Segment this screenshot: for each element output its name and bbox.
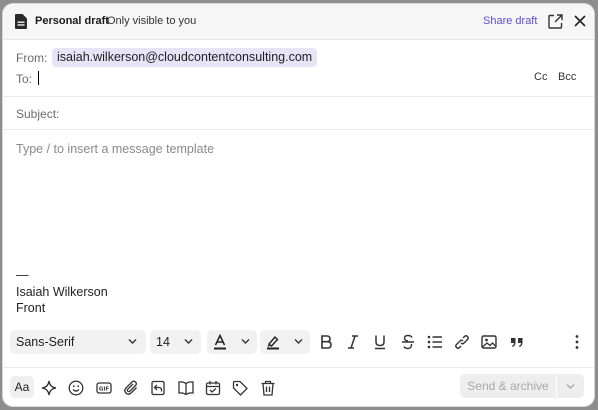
attachment-icon[interactable] [123,380,139,396]
svg-text:GIF: GIF [99,387,110,393]
more-options-icon[interactable] [569,334,585,350]
sparkle-icon[interactable] [41,380,57,396]
font-family-value: Sans-Serif [16,335,75,349]
send-and-archive-button[interactable]: Send & archive [460,374,556,398]
bcc-button[interactable]: Bcc [558,71,576,83]
reply-template-icon[interactable] [150,380,166,396]
trash-icon[interactable] [260,380,276,396]
text-color-icon [214,334,226,350]
from-address-chip[interactable]: isaiah.wilkerson@cloudcontentconsulting.… [52,48,318,67]
image-icon[interactable] [481,334,497,350]
subject-field[interactable] [69,104,569,122]
chevron-down-icon [128,339,137,344]
font-family-select[interactable]: Sans-Serif [10,330,146,354]
message-body[interactable] [16,142,576,262]
close-icon[interactable] [574,15,586,27]
gif-icon[interactable]: GIF [96,380,112,396]
share-draft-link[interactable]: Share draft [483,15,537,27]
underline-icon[interactable] [372,334,388,350]
text-caret [38,71,39,85]
compose-action-bar: Aa GIF Send & archive [3,367,594,406]
draft-title: Personal draft [35,15,109,27]
signature-separator: — [16,268,29,282]
signature-name: Isaiah Wilkerson [16,285,108,299]
from-label: From: [16,51,48,65]
strikethrough-icon[interactable] [400,334,416,350]
highlight-color-select[interactable] [260,330,310,354]
emoji-icon[interactable] [68,380,84,396]
chevron-down-icon [294,339,303,344]
calendar-icon[interactable] [205,380,221,396]
bulleted-list-icon[interactable] [427,334,443,350]
document-icon [15,14,27,29]
compose-header: Personal draft Only visible to you Share… [3,4,594,40]
chevron-down-icon [184,339,193,344]
formatting-toolbar: Sans-Serif 14 [3,330,594,360]
chevron-down-icon [566,384,575,389]
divider [3,96,594,97]
knowledge-base-icon[interactable] [178,380,194,396]
font-size-select[interactable]: 14 [150,330,201,354]
formatting-toggle-button[interactable]: Aa [10,376,34,398]
divider [3,129,594,130]
popout-icon[interactable] [548,14,563,29]
to-field[interactable] [37,70,457,88]
compose-window: Personal draft Only visible to you Share… [3,4,594,406]
highlighter-icon [267,335,279,350]
send-options-button[interactable] [557,374,584,398]
tag-icon[interactable] [232,380,248,396]
italic-icon[interactable] [345,334,361,350]
bold-icon[interactable] [318,334,334,350]
subject-label: Subject: [16,107,60,121]
quote-icon[interactable] [509,334,525,350]
chevron-down-icon [241,339,250,344]
draft-visibility: Only visible to you [107,15,197,27]
to-label: To: [16,72,33,86]
signature-company: Front [16,301,46,315]
text-color-select[interactable] [207,330,257,354]
cc-button[interactable]: Cc [534,71,547,83]
font-size-value: 14 [156,335,170,349]
link-icon[interactable] [454,334,470,350]
